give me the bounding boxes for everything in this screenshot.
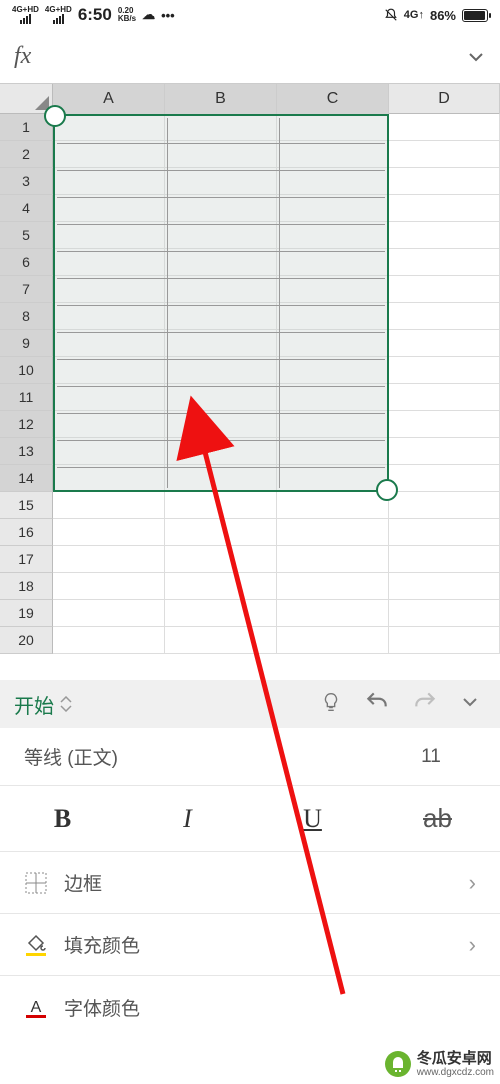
collapse-panel-icon[interactable] bbox=[454, 686, 486, 723]
italic-button[interactable]: I bbox=[125, 786, 250, 851]
fill-label: 填充颜色 bbox=[64, 931, 140, 958]
font-color-icon: A bbox=[24, 995, 48, 1019]
row-header[interactable]: 16 bbox=[0, 519, 53, 546]
font-color-option[interactable]: A 字体颜色 bbox=[0, 976, 500, 1038]
row-header[interactable]: 11 bbox=[0, 384, 53, 411]
row-header[interactable]: 7 bbox=[0, 276, 53, 303]
row-headers[interactable]: 1 2 3 4 5 6 7 8 9 10 11 12 13 14 15 16 1… bbox=[0, 114, 53, 654]
border-option[interactable]: 边框 › bbox=[0, 852, 500, 914]
row-header[interactable]: 9 bbox=[0, 330, 53, 357]
row-header[interactable]: 5 bbox=[0, 222, 53, 249]
spreadsheet-grid[interactable]: A B C D 1 2 3 4 5 6 7 8 9 10 11 12 13 14… bbox=[0, 84, 500, 654]
tab-switcher-icon[interactable] bbox=[60, 696, 72, 712]
status-right: 4G↑ 86% bbox=[384, 8, 488, 23]
row-header[interactable]: 14 bbox=[0, 465, 53, 492]
font-selector-row[interactable]: 等线 (正文) 11 bbox=[0, 728, 500, 786]
col-header-d[interactable]: D bbox=[389, 84, 500, 114]
chevron-down-icon[interactable] bbox=[466, 47, 486, 67]
row-header[interactable]: 19 bbox=[0, 600, 53, 627]
strikethrough-button[interactable]: ab bbox=[375, 786, 500, 851]
status-bar: 4G+HD 4G+HD 6:50 0.20KB/s ☁ ••• 4G↑ 86% bbox=[0, 0, 500, 30]
lightbulb-icon[interactable] bbox=[314, 685, 348, 724]
row-header[interactable]: 15 bbox=[0, 492, 53, 519]
bell-off-icon bbox=[384, 8, 398, 22]
column-headers[interactable]: A B C D bbox=[53, 84, 500, 114]
watermark-logo-icon bbox=[385, 1051, 411, 1077]
row-header[interactable]: 6 bbox=[0, 249, 53, 276]
battery-pct: 86% bbox=[430, 8, 456, 23]
fill-icon bbox=[24, 933, 48, 957]
border-icon bbox=[24, 871, 48, 895]
row-header[interactable]: 20 bbox=[0, 627, 53, 654]
row-header[interactable]: 8 bbox=[0, 303, 53, 330]
battery-icon bbox=[462, 9, 488, 22]
format-panel: 等线 (正文) 11 B I U ab 边框 › 填充颜色 › A 字体颜色 bbox=[0, 728, 500, 1038]
underline-button[interactable]: U bbox=[250, 786, 375, 851]
status-left: 4G+HD 4G+HD 6:50 0.20KB/s ☁ ••• bbox=[12, 5, 175, 25]
row-header[interactable]: 3 bbox=[0, 168, 53, 195]
cells-area[interactable] bbox=[53, 114, 500, 654]
weather-icon: ☁ bbox=[142, 7, 155, 23]
fx-label[interactable]: fx bbox=[14, 43, 31, 70]
row-header[interactable]: 10 bbox=[0, 357, 53, 384]
row-header[interactable]: 1 bbox=[0, 114, 53, 141]
font-name[interactable]: 等线 (正文) bbox=[24, 743, 118, 770]
col-header-b[interactable]: B bbox=[165, 84, 277, 114]
undo-icon[interactable] bbox=[358, 683, 396, 726]
col-header-c[interactable]: C bbox=[277, 84, 389, 114]
tab-home[interactable]: 开始 bbox=[14, 690, 72, 719]
border-label: 边框 bbox=[64, 869, 102, 896]
svg-text:A: A bbox=[31, 999, 42, 1016]
row-header[interactable]: 2 bbox=[0, 141, 53, 168]
redo-icon bbox=[406, 683, 444, 726]
row-header[interactable]: 13 bbox=[0, 438, 53, 465]
font-color-label: 字体颜色 bbox=[64, 994, 140, 1021]
row-header[interactable]: 4 bbox=[0, 195, 53, 222]
bottom-toolbar: 开始 bbox=[0, 680, 500, 728]
row-header[interactable]: 12 bbox=[0, 411, 53, 438]
bold-button[interactable]: B bbox=[0, 786, 125, 851]
chevron-right-icon: › bbox=[469, 870, 476, 896]
fill-color-option[interactable]: 填充颜色 › bbox=[0, 914, 500, 976]
col-header-a[interactable]: A bbox=[53, 84, 165, 114]
row-header[interactable]: 18 bbox=[0, 573, 53, 600]
row-header[interactable]: 17 bbox=[0, 546, 53, 573]
more-icon: ••• bbox=[161, 8, 175, 23]
font-size-value[interactable]: 11 bbox=[386, 746, 476, 768]
formula-bar: fx bbox=[0, 30, 500, 84]
watermark: 冬瓜安卓网 www.dgxcdz.com bbox=[385, 1051, 494, 1079]
text-style-row: B I U ab bbox=[0, 786, 500, 852]
select-all-corner[interactable] bbox=[0, 84, 53, 114]
status-time: 6:50 bbox=[78, 5, 112, 25]
chevron-right-icon: › bbox=[469, 932, 476, 958]
